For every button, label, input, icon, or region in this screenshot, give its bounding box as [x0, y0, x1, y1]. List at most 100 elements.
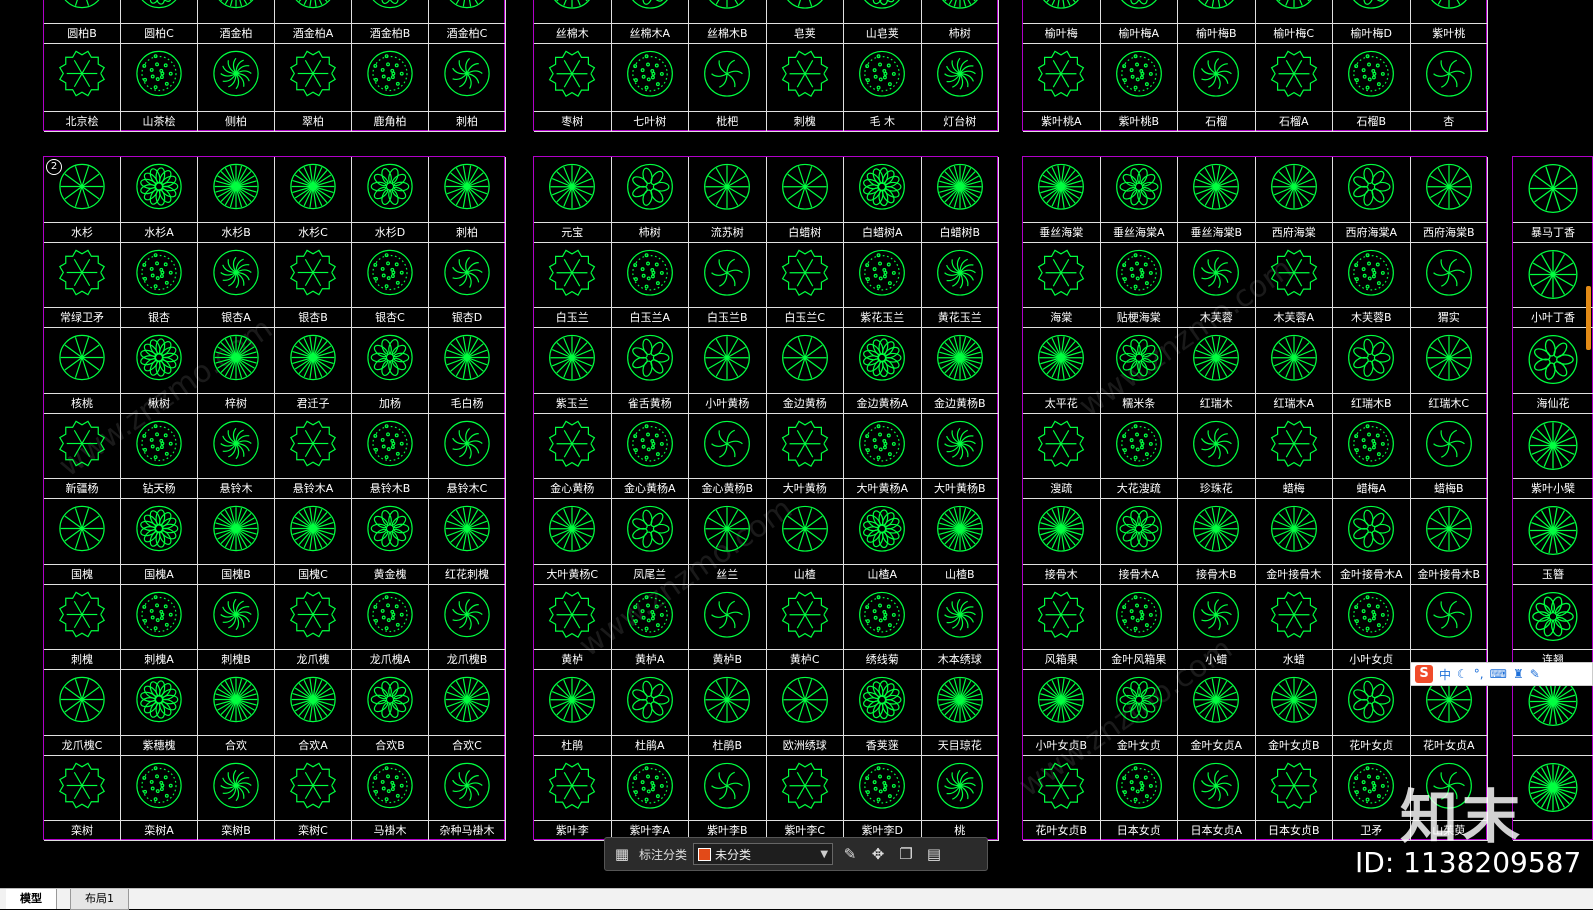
plant-symbol-cell[interactable]: 金叶女贞	[1101, 670, 1179, 756]
plant-symbol-cell[interactable]: 国槐A	[121, 499, 198, 585]
plant-symbol-cell[interactable]: 接骨木A	[1101, 499, 1179, 585]
plant-symbol-cell[interactable]: 国槐C	[275, 499, 352, 585]
plant-symbol-cell[interactable]: 白玉兰A	[612, 243, 690, 329]
plant-symbol-cell[interactable]: 大叶黄杨B	[922, 414, 1000, 500]
plant-symbol-cell[interactable]: 侧柏	[198, 44, 275, 132]
plant-symbol-cell[interactable]: 栾树C	[275, 756, 352, 842]
plant-symbol-cell[interactable]: 白玉兰B	[689, 243, 767, 329]
plant-symbol-cell[interactable]: 刺柏	[429, 44, 506, 132]
plant-symbol-cell[interactable]: 紫玉兰	[534, 328, 612, 414]
move-icon[interactable]: ✥	[867, 843, 889, 865]
plant-symbol-cell[interactable]: 垂丝海棠	[1023, 157, 1101, 243]
plant-symbol-cell[interactable]: 刺槐	[767, 44, 845, 132]
keyboard-icon[interactable]: ⌨	[1490, 667, 1507, 681]
plant-symbol-cell[interactable]: 柿树	[612, 157, 690, 243]
plant-symbol-cell[interactable]: 玉簪	[1513, 499, 1593, 585]
plant-symbol-cell[interactable]	[1513, 756, 1593, 842]
plant-symbol-cell[interactable]: 金叶接骨木B	[1411, 499, 1489, 585]
plant-symbol-cell[interactable]: 山茶桧	[121, 44, 198, 132]
plant-symbol-cell[interactable]: 猬实	[1411, 243, 1489, 329]
plant-symbol-cell[interactable]: 山楂A	[844, 499, 922, 585]
tab-layout1[interactable]: 布局1	[70, 889, 129, 910]
plant-symbol-cell[interactable]: 合欢	[198, 670, 275, 756]
plant-symbol-cell[interactable]: 金叶接骨木	[1256, 499, 1334, 585]
plant-symbol-cell[interactable]: 桃	[922, 756, 1000, 842]
plant-symbol-cell[interactable]: 海仙花	[1513, 328, 1593, 414]
plant-symbol-cell[interactable]: 风箱果	[1023, 585, 1101, 671]
plant-symbol-cell[interactable]: 接骨木	[1023, 499, 1101, 585]
plant-symbol-cell[interactable]: 凤尾兰	[612, 499, 690, 585]
plant-symbol-cell[interactable]: 楸树	[121, 328, 198, 414]
plant-symbol-cell[interactable]: 紫叶李D	[844, 756, 922, 842]
tab-model[interactable]: 模型	[6, 889, 57, 909]
plant-symbol-cell[interactable]: 白玉兰C	[767, 243, 845, 329]
plant-symbol-cell[interactable]: 山皂荚	[844, 0, 922, 44]
plant-symbol-cell[interactable]: 银杏C	[352, 243, 429, 329]
plant-symbol-cell[interactable]: 枇杷	[689, 44, 767, 132]
plant-symbol-cell[interactable]: 金叶女贞B	[1256, 670, 1334, 756]
plant-symbol-cell[interactable]: 黄花玉兰	[922, 243, 1000, 329]
plant-symbol-cell[interactable]: 紫叶小檗	[1513, 414, 1593, 500]
plant-symbol-cell[interactable]: 杏	[1411, 44, 1489, 132]
plant-symbol-cell[interactable]: 天目琼花	[922, 670, 1000, 756]
plant-symbol-cell[interactable]: 水杉D	[352, 157, 429, 243]
plant-symbol-cell[interactable]: 雀舌黄杨	[612, 328, 690, 414]
plant-symbol-cell[interactable]: 紫叶桃	[1411, 0, 1489, 44]
plant-symbol-cell[interactable]: 刺槐	[44, 585, 121, 671]
plant-symbol-cell[interactable]: 合欢A	[275, 670, 352, 756]
plant-symbol-cell[interactable]: 栾树B	[198, 756, 275, 842]
plant-symbol-cell[interactable]: 七叶树	[612, 44, 690, 132]
punctuation-icon[interactable]: °,	[1474, 667, 1484, 681]
plant-symbol-cell[interactable]: 丝兰	[689, 499, 767, 585]
plant-symbol-cell[interactable]: 欧洲绣球	[767, 670, 845, 756]
plant-symbol-cell[interactable]: 紫叶桃B	[1101, 44, 1179, 132]
plant-symbol-cell[interactable]: 西府海棠A	[1333, 157, 1411, 243]
plant-symbol-cell[interactable]: 龙爪槐B	[429, 585, 506, 671]
plant-symbol-cell[interactable]: 梓树	[198, 328, 275, 414]
plant-symbol-cell[interactable]: 刺槐B	[198, 585, 275, 671]
plant-symbol-cell[interactable]: 金叶接骨木A	[1333, 499, 1411, 585]
plant-symbol-cell[interactable]: 榆叶梅B	[1178, 0, 1256, 44]
plant-symbol-cell[interactable]: 金心黄杨A	[612, 414, 690, 500]
plant-symbol-cell[interactable]: 小叶女贞	[1333, 585, 1411, 671]
plant-symbol-cell[interactable]: 核桃	[44, 328, 121, 414]
plant-symbol-cell[interactable]: 木芙蓉	[1178, 243, 1256, 329]
plant-symbol-cell[interactable]: 杜鹃B	[689, 670, 767, 756]
plant-symbol-cell[interactable]: 流苏树	[689, 157, 767, 243]
plant-symbol-cell[interactable]: 绣线菊	[844, 585, 922, 671]
plant-symbol-cell[interactable]: 柿树	[922, 0, 1000, 44]
plant-symbol-cell[interactable]: 君迁子	[275, 328, 352, 414]
plant-symbol-cell[interactable]: 贴梗海棠	[1101, 243, 1179, 329]
plant-symbol-cell[interactable]: 黄栌	[534, 585, 612, 671]
plant-symbol-cell[interactable]: 红瑞木	[1178, 328, 1256, 414]
plant-symbol-cell[interactable]: 金心黄杨B	[689, 414, 767, 500]
plant-symbol-cell[interactable]: 日本女贞B	[1256, 756, 1334, 842]
plant-symbol-cell[interactable]: 红瑞木C	[1411, 328, 1489, 414]
plant-symbol-cell[interactable]: 金边黄杨	[767, 328, 845, 414]
plant-symbol-cell[interactable]: 栾树	[44, 756, 121, 842]
plant-symbol-cell[interactable]: 木芙蓉A	[1256, 243, 1334, 329]
plant-symbol-cell[interactable]: 垂丝海棠B	[1178, 157, 1256, 243]
plant-symbol-cell[interactable]: 西府海棠B	[1411, 157, 1489, 243]
plant-symbol-cell[interactable]: 木本绣球	[922, 585, 1000, 671]
plant-symbol-cell[interactable]: 酒金柏C	[429, 0, 506, 44]
plant-symbol-cell[interactable]: 蜡梅A	[1333, 414, 1411, 500]
plant-symbol-cell[interactable]: 水杉B	[198, 157, 275, 243]
plant-symbol-cell[interactable]: 日本女贞A	[1178, 756, 1256, 842]
ime-toolbar[interactable]: S 中 ☾ °, ⌨ ♜ ✎	[1410, 662, 1593, 686]
plant-symbol-cell[interactable]: 悬铃木C	[429, 414, 506, 500]
plant-symbol-cell[interactable]: 水杉A	[121, 157, 198, 243]
plant-symbol-cell[interactable]: 大叶黄杨	[767, 414, 845, 500]
plant-symbol-cell[interactable]: 香荚蒾	[844, 670, 922, 756]
plant-symbol-cell[interactable]: 红瑞木B	[1333, 328, 1411, 414]
plant-symbol-cell[interactable]: 石榴	[1178, 44, 1256, 132]
plant-symbol-cell[interactable]: 水杉2	[44, 157, 121, 243]
plant-symbol-cell[interactable]: 石榴B	[1333, 44, 1411, 132]
plant-symbol-cell[interactable]: 榆叶梅D	[1333, 0, 1411, 44]
plant-symbol-cell[interactable]: 白玉兰	[534, 243, 612, 329]
plant-symbol-cell[interactable]: 紫穗槐	[121, 670, 198, 756]
plant-symbol-cell[interactable]: 皂荚	[767, 0, 845, 44]
plant-symbol-cell[interactable]: 悬铃木	[198, 414, 275, 500]
plant-symbol-cell[interactable]: 黄金槐	[352, 499, 429, 585]
plant-symbol-cell[interactable]: 太平花	[1023, 328, 1101, 414]
